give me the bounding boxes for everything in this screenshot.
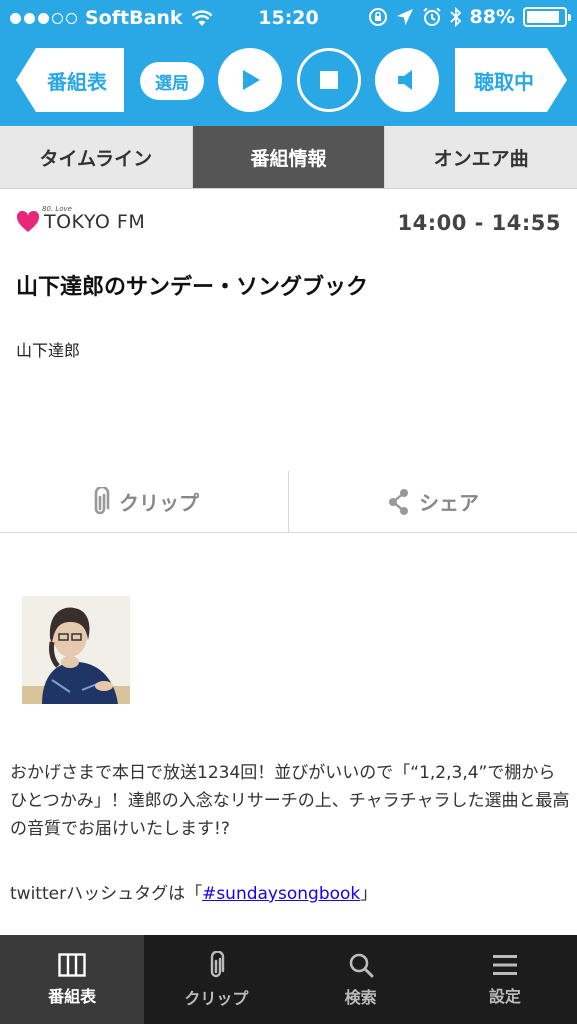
station-select-label: 選局 xyxy=(155,73,189,94)
twitter-hashtag-line: twitterハッシュタグは「#sundaysongbook」 xyxy=(10,879,377,904)
status-bar: SoftBank 15:20 88% xyxy=(0,0,577,38)
now-listening-label: 聴取中 xyxy=(474,69,534,94)
speaker-icon xyxy=(398,70,412,90)
nav-program-guide-label: 番組表 xyxy=(48,986,97,1006)
program-info-panel: 80. Love TOKYO FM 14:00 - 14:55 山下達郎のサンデ… xyxy=(0,189,577,935)
host-photo xyxy=(22,596,130,704)
share-label: シェア xyxy=(419,491,479,515)
menu-icon xyxy=(492,954,517,975)
nav-search[interactable]: 検索 xyxy=(289,935,433,1024)
mute-button[interactable] xyxy=(375,48,439,112)
tab-bar: タイムライン 番組情報 オンエア曲 xyxy=(0,126,577,189)
now-listening-button[interactable]: 聴取中 xyxy=(455,48,567,112)
twitter-suffix: 」 xyxy=(360,884,378,904)
paperclip-icon xyxy=(211,950,225,977)
clip-button[interactable]: クリップ xyxy=(0,471,289,532)
nav-settings-label: 設定 xyxy=(488,986,521,1006)
heart-icon xyxy=(16,211,40,232)
twitter-prefix: twitterハッシュタグは「 xyxy=(10,884,203,904)
stop-icon xyxy=(320,71,338,89)
nav-clip[interactable]: クリップ xyxy=(144,935,288,1024)
stop-button[interactable] xyxy=(297,48,361,112)
battery-icon xyxy=(523,7,571,27)
tab-timeline[interactable]: タイムライン xyxy=(0,126,193,188)
program-guide-back-button[interactable]: 番組表 xyxy=(16,48,124,112)
station-select-button[interactable]: 選局 xyxy=(140,62,204,100)
program-description: おかげさまで本日で放送1234回！並びがいいので「“1,2,3,4”で棚からひと… xyxy=(10,763,570,839)
battery-percent: 88% xyxy=(469,6,515,28)
nav-settings[interactable]: 設定 xyxy=(433,935,577,1024)
bottom-nav: 番組表 クリップ 検索 設定 xyxy=(0,935,577,1024)
orientation-lock-icon xyxy=(368,8,387,26)
program-actions: クリップ シェア xyxy=(0,471,577,533)
grid-icon xyxy=(58,952,86,977)
tab-timeline-label: タイムライン xyxy=(39,147,153,170)
tab-program-info[interactable]: 番組情報 xyxy=(192,126,386,188)
nav-clip-label: クリップ xyxy=(184,988,249,1008)
play-button[interactable] xyxy=(218,48,282,112)
station-logo-tagline: 80. Love xyxy=(42,205,72,213)
tab-onair-songs[interactable]: オンエア曲 xyxy=(385,126,577,188)
airtime: 14:00 - 14:55 xyxy=(397,211,561,235)
play-icon xyxy=(243,70,260,90)
clip-label: クリップ xyxy=(119,491,199,515)
program-title: 山下達郎のサンデー・ソングブック xyxy=(16,275,369,300)
search-icon xyxy=(349,953,374,977)
share-icon xyxy=(389,488,408,515)
program-guide-back-label: 番組表 xyxy=(47,69,107,94)
location-icon xyxy=(396,9,413,25)
alarm-icon xyxy=(422,7,441,26)
tab-onair-songs-label: オンエア曲 xyxy=(433,147,529,170)
station-logo-text: TOKYO FM xyxy=(44,211,146,233)
hashtag-link[interactable]: #sundaysongbook xyxy=(202,884,360,904)
station-logo: 80. Love TOKYO FM xyxy=(16,205,146,233)
player-toolbar: 番組表 選局 聴取中 xyxy=(0,38,577,126)
bluetooth-icon xyxy=(449,7,461,27)
program-performer: 山下達郎 xyxy=(16,341,81,360)
tab-program-info-label: 番組情報 xyxy=(250,147,327,170)
nav-search-label: 検索 xyxy=(344,987,377,1007)
paperclip-icon xyxy=(94,486,110,514)
nav-program-guide[interactable]: 番組表 xyxy=(0,935,145,1024)
share-button[interactable]: シェア xyxy=(289,471,577,532)
